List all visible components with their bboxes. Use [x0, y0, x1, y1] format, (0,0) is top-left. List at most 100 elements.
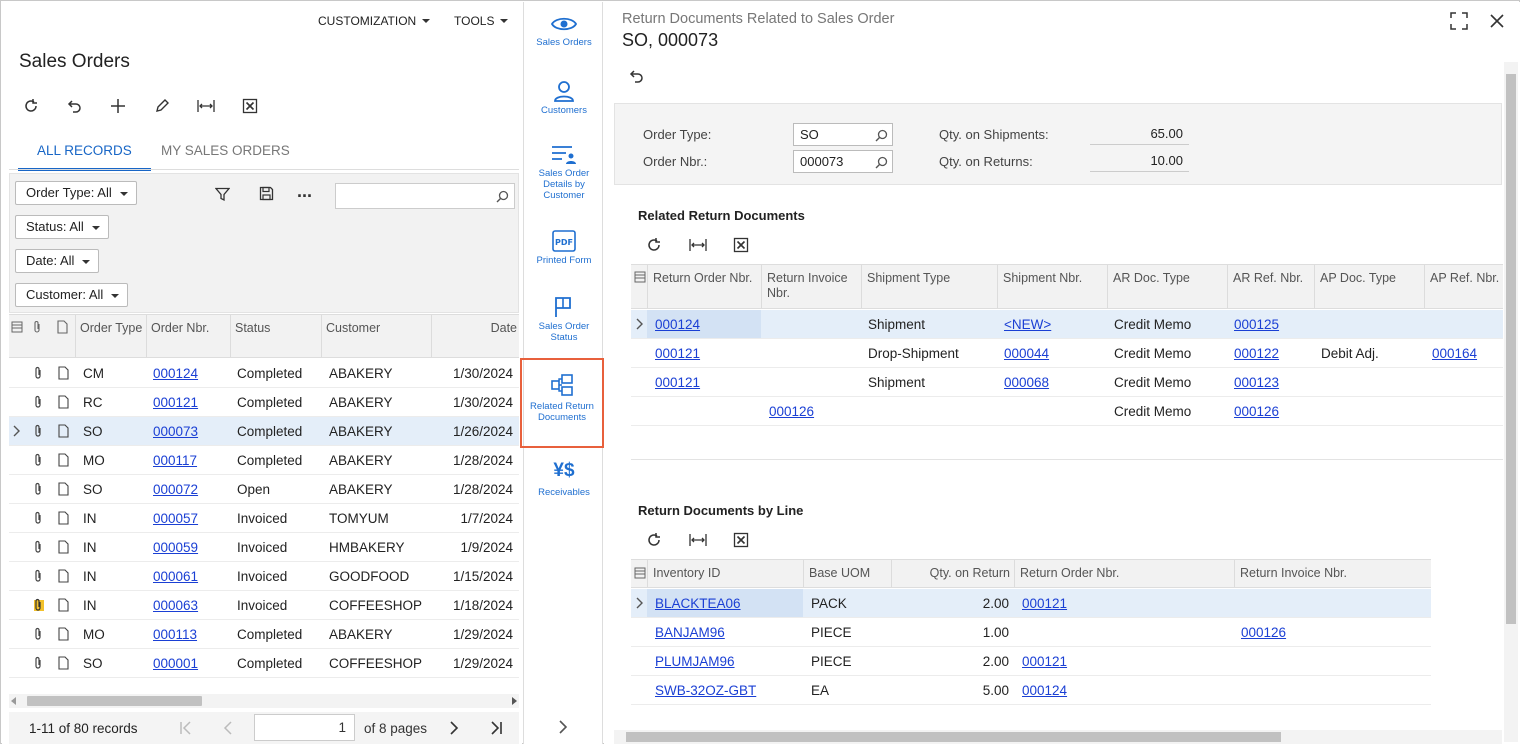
- order-nbr-link[interactable]: 000113: [153, 627, 197, 642]
- note-icon[interactable]: [58, 540, 69, 557]
- excel-export-icon[interactable]: [239, 95, 261, 117]
- col-return-invoice-nbr[interactable]: Return Invoice Nbr.: [1234, 560, 1431, 587]
- close-icon[interactable]: [1490, 14, 1504, 31]
- shipment-nbr-link[interactable]: 000068: [1004, 375, 1049, 390]
- nav-receivables[interactable]: ¥$ Receivables: [524, 460, 604, 498]
- col-base-uom[interactable]: Base UOM: [803, 560, 891, 587]
- attachment-icon[interactable]: [33, 598, 45, 615]
- row-settings-icon[interactable]: [634, 271, 646, 286]
- attachment-icon[interactable]: [33, 569, 43, 586]
- table-row[interactable]: 000121 Drop-Shipment 000044 Credit Memo 0001…: [631, 339, 1503, 368]
- table-row[interactable]: IN 000057 Invoiced TOMYUM 1/7/2024: [9, 504, 519, 533]
- tools-menu[interactable]: TOOLS: [454, 14, 509, 28]
- table-row[interactable]: MO 000117 Completed ABAKERY 1/28/2024: [9, 446, 519, 475]
- horizontal-scrollbar[interactable]: [9, 694, 519, 708]
- related-excel-export-icon[interactable]: [733, 237, 749, 256]
- note-icon[interactable]: [58, 424, 69, 441]
- attachment-icon[interactable]: [33, 511, 43, 528]
- customer-filter[interactable]: Customer: All: [15, 283, 129, 307]
- nav-related-return-documents[interactable]: Related Return Documents: [520, 358, 604, 448]
- ar-ref-link[interactable]: 000126: [1234, 404, 1279, 419]
- inventory-id-link[interactable]: BLACKTEA06: [655, 596, 741, 611]
- edit-icon[interactable]: [151, 95, 173, 117]
- col-shipment-nbr[interactable]: Shipment Nbr.: [997, 265, 1107, 308]
- scroll-right-icon[interactable]: [512, 697, 517, 705]
- col-ap-doc-type[interactable]: AP Doc. Type: [1314, 265, 1424, 308]
- order-nbr-link[interactable]: 000072: [153, 482, 198, 497]
- table-row[interactable]: CM 000124 Completed ABAKERY 1/30/2024: [9, 359, 519, 388]
- inventory-id-link[interactable]: BANJAM96: [655, 625, 725, 640]
- note-icon[interactable]: [58, 598, 69, 615]
- table-row[interactable]: 000126 Credit Memo 000126: [631, 397, 1503, 426]
- attachment-icon[interactable]: [33, 453, 43, 470]
- undo-icon[interactable]: [628, 68, 644, 87]
- table-row[interactable]: BANJAM96 PIECE 1.00 000126: [631, 618, 1431, 647]
- order-type-field[interactable]: SO: [793, 123, 893, 146]
- scroll-left-icon[interactable]: [11, 697, 16, 705]
- fit-columns-icon[interactable]: [195, 95, 217, 117]
- return-order-link[interactable]: 000121: [655, 346, 700, 361]
- order-nbr-link[interactable]: 000001: [153, 656, 198, 671]
- prev-page-icon[interactable]: [223, 721, 233, 738]
- order-nbr-field[interactable]: 000073: [793, 150, 893, 173]
- tab-all-records[interactable]: ALL RECORDS: [18, 143, 151, 171]
- col-qty-on-return[interactable]: Qty. on Return: [891, 560, 1014, 587]
- ar-ref-link[interactable]: 000123: [1234, 375, 1279, 390]
- attachment-icon[interactable]: [33, 395, 43, 412]
- note-icon[interactable]: [58, 366, 69, 383]
- table-row[interactable]: BLACKTEA06 PACK 2.00 000121: [631, 589, 1431, 618]
- attachment-icon[interactable]: [33, 366, 43, 383]
- last-page-icon[interactable]: [489, 721, 503, 738]
- inventory-id-link[interactable]: SWB-32OZ-GBT: [655, 683, 756, 698]
- by-line-refresh-icon[interactable]: [646, 532, 662, 551]
- note-icon[interactable]: [58, 656, 69, 673]
- customization-menu[interactable]: CUSTOMIZATION: [318, 14, 431, 28]
- maximize-icon[interactable]: [1450, 12, 1468, 33]
- col-date[interactable]: Date: [431, 315, 519, 357]
- add-icon[interactable]: [107, 95, 129, 117]
- attachment-icon[interactable]: [33, 627, 43, 644]
- col-order-type[interactable]: Order Type: [75, 315, 146, 357]
- ar-ref-link[interactable]: 000122: [1234, 346, 1279, 361]
- search-input[interactable]: [335, 183, 515, 209]
- note-icon[interactable]: [58, 569, 69, 586]
- filter-icon[interactable]: [214, 187, 231, 205]
- note-icon[interactable]: [58, 482, 69, 499]
- table-row[interactable]: MO 000113 Completed ABAKERY 1/29/2024: [9, 620, 519, 649]
- order-nbr-link[interactable]: 000124: [153, 366, 198, 381]
- table-row[interactable]: SO 000073 Completed ABAKERY 1/26/2024: [9, 417, 519, 446]
- return-order-link[interactable]: 000121: [655, 375, 700, 390]
- date-filter[interactable]: Date: All: [15, 249, 100, 273]
- table-row[interactable]: IN 000063 Invoiced COFFEESHOP 1/18/2024: [9, 591, 519, 620]
- table-row[interactable]: SO 000001 Completed COFFEESHOP 1/29/2024: [9, 649, 519, 678]
- scrollbar-thumb[interactable]: [626, 732, 1281, 742]
- vertical-scrollbar[interactable]: [1504, 62, 1518, 742]
- table-row[interactable]: 000121 Shipment 000068 Credit Memo 000123: [631, 368, 1503, 397]
- order-nbr-link[interactable]: 000061: [153, 569, 198, 584]
- order-type-filter[interactable]: Order Type: All: [15, 181, 137, 205]
- tab-my-sales-orders[interactable]: MY SALES ORDERS: [161, 143, 290, 166]
- col-return-order-nbr[interactable]: Return Order Nbr.: [1014, 560, 1234, 587]
- by-line-excel-export-icon[interactable]: [733, 532, 749, 551]
- order-nbr-link[interactable]: 000059: [153, 540, 198, 555]
- table-row[interactable]: SO 000072 Open ABAKERY 1/28/2024: [9, 475, 519, 504]
- col-customer[interactable]: Customer: [321, 315, 431, 357]
- note-icon[interactable]: [58, 453, 69, 470]
- order-nbr-link[interactable]: 000121: [153, 395, 198, 410]
- note-icon[interactable]: [58, 627, 69, 644]
- return-invoice-link[interactable]: 000126: [1241, 625, 1286, 640]
- first-page-icon[interactable]: [179, 721, 193, 738]
- nav-sales-order-details[interactable]: Sales Order Details by Customer: [524, 145, 604, 201]
- by-line-fit-columns-icon[interactable]: [689, 532, 707, 551]
- nav-customers[interactable]: Customers: [524, 80, 604, 116]
- note-icon[interactable]: [58, 395, 69, 412]
- undo-icon[interactable]: [63, 95, 85, 117]
- table-row[interactable]: 000124 Shipment <NEW> Credit Memo 000125: [631, 310, 1503, 339]
- return-order-link[interactable]: 000124: [655, 317, 700, 332]
- scrollbar-thumb[interactable]: [1506, 74, 1516, 624]
- row-settings-icon[interactable]: [634, 567, 646, 582]
- col-ar-ref-nbr[interactable]: AR Ref. Nbr.: [1227, 265, 1314, 308]
- note-icon[interactable]: [58, 511, 69, 528]
- order-nbr-link[interactable]: 000063: [153, 598, 198, 613]
- col-shipment-type[interactable]: Shipment Type: [861, 265, 997, 308]
